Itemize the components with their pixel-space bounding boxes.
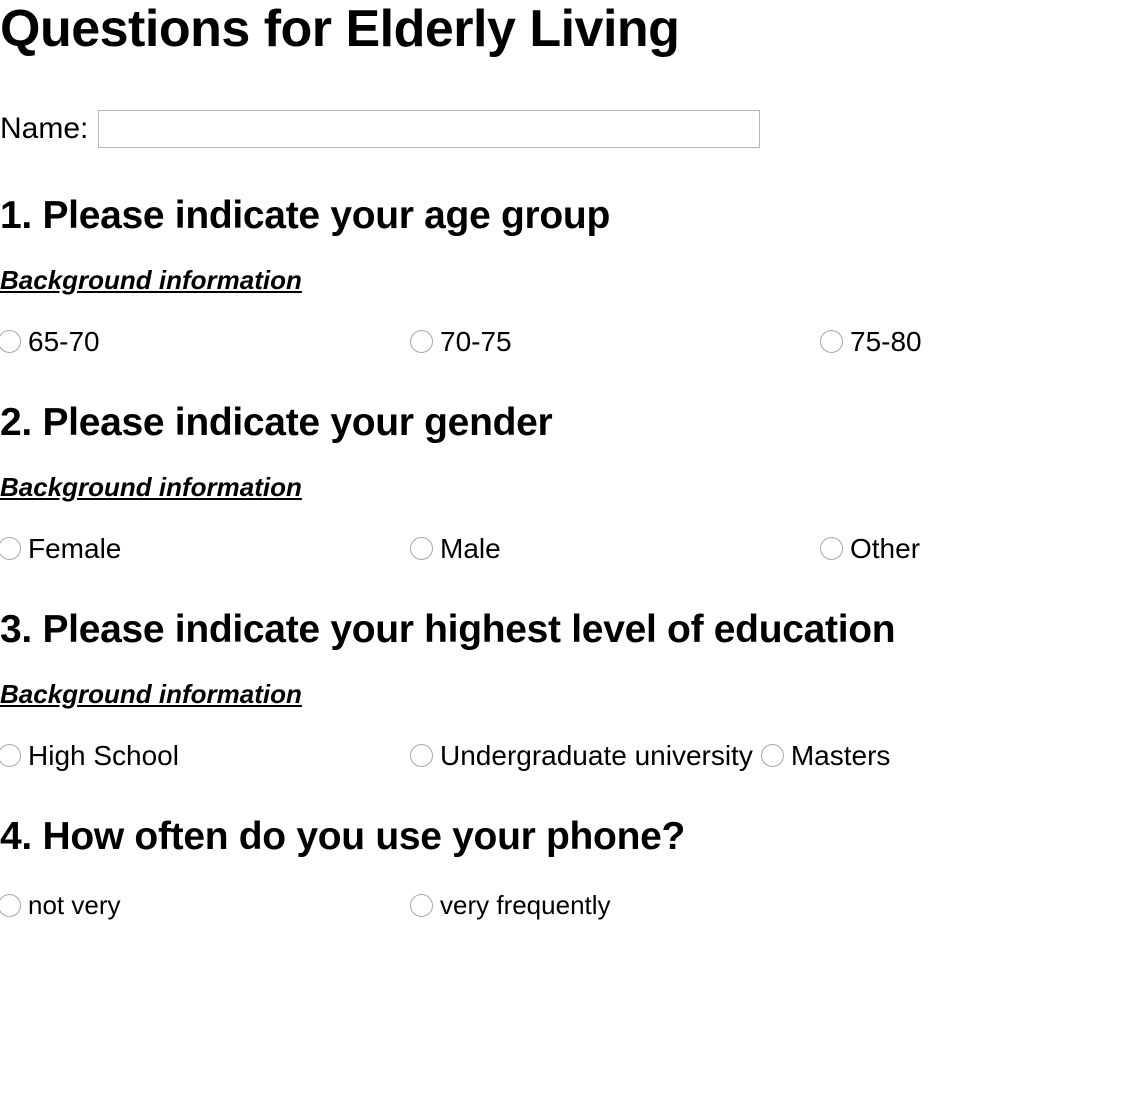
option-1-2[interactable]: 70-75 — [410, 325, 820, 357]
option-label: Female — [28, 532, 122, 564]
radio-button-icon[interactable] — [410, 893, 433, 917]
option-3-1[interactable]: High School — [0, 739, 410, 771]
option-2-3[interactable]: Other — [820, 532, 921, 564]
name-field-label: Name: — [0, 111, 89, 145]
option-label: not very — [28, 890, 121, 921]
option-label: 70-75 — [440, 325, 512, 357]
option-3-2[interactable]: Undergraduate university — [410, 739, 753, 771]
question-block-4: 4. How often do you use your phone? not … — [0, 814, 1134, 918]
radio-button-icon[interactable] — [410, 330, 433, 354]
question-subtitle-3: Background information — [0, 678, 302, 709]
question-subtitle-1: Background information — [0, 264, 302, 295]
option-label: 75-80 — [850, 325, 922, 357]
question-block-3: 3. Please indicate your highest level of… — [0, 607, 1134, 771]
radio-button-icon[interactable] — [760, 744, 784, 768]
option-3-3[interactable]: Masters — [760, 739, 891, 771]
option-4-1[interactable]: not very — [0, 892, 410, 918]
option-label: Undergraduate university — [440, 739, 753, 771]
option-2-2[interactable]: Male — [410, 532, 820, 564]
radio-button-icon[interactable] — [0, 537, 21, 561]
option-1-3[interactable]: 75-80 — [820, 325, 922, 357]
name-input[interactable] — [98, 109, 761, 148]
question-title-1: 1. Please indicate your age group — [0, 193, 610, 237]
question-title-4: 4. How often do you use your phone? — [0, 814, 686, 858]
option-1-1[interactable]: 65-70 — [0, 325, 410, 357]
options-row-2: Female Male Other — [0, 532, 1134, 564]
name-field-row: Name: — [0, 109, 1134, 149]
option-label: very frequently — [440, 890, 611, 921]
radio-button-icon[interactable] — [820, 330, 843, 354]
question-title-3: 3. Please indicate your highest level of… — [0, 607, 896, 651]
survey-form: Questions for Elderly Living Name: 1. Pl… — [0, 0, 1134, 918]
radio-button-icon[interactable] — [0, 893, 21, 917]
option-label: Masters — [790, 739, 891, 771]
option-label: Male — [440, 532, 501, 564]
options-row-3: High School Undergraduate university Mas… — [0, 739, 1134, 771]
options-row-1: 65-70 70-75 75-80 — [0, 325, 1134, 357]
option-label: Other — [850, 532, 921, 564]
option-2-1[interactable]: Female — [0, 532, 410, 564]
question-block-2: 2. Please indicate your gender Backgroun… — [0, 400, 1134, 564]
question-block-1: 1. Please indicate your age group Backgr… — [0, 193, 1134, 357]
question-subtitle-2: Background information — [0, 471, 302, 502]
radio-button-icon[interactable] — [410, 537, 433, 561]
options-row-4: not very very frequently — [0, 892, 1134, 918]
page-title: Questions for Elderly Living — [0, 0, 680, 58]
radio-button-icon[interactable] — [0, 330, 21, 354]
radio-button-icon[interactable] — [820, 537, 843, 561]
question-title-2: 2. Please indicate your gender — [0, 400, 553, 444]
option-label: High School — [28, 739, 179, 771]
option-4-2[interactable]: very frequently — [410, 892, 820, 918]
option-label: 65-70 — [28, 325, 100, 357]
radio-button-icon[interactable] — [0, 744, 21, 768]
radio-button-icon[interactable] — [410, 744, 433, 768]
